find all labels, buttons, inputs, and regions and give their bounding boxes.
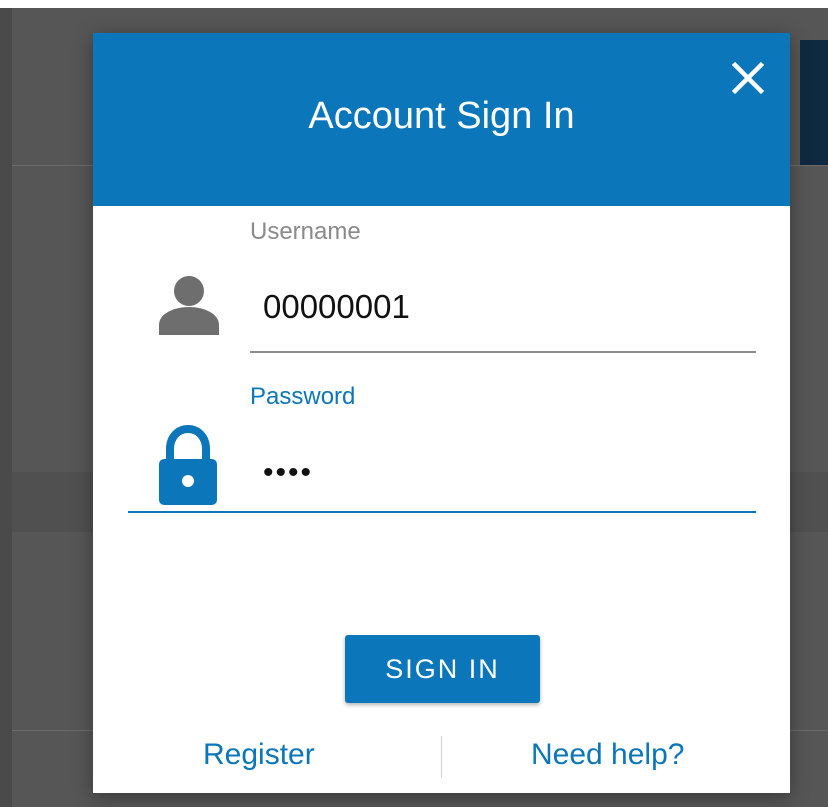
lock-icon bbox=[159, 425, 217, 505]
sign-in-button[interactable]: SIGN IN bbox=[345, 635, 540, 703]
sign-in-dialog: Account Sign In Username Password SI bbox=[93, 33, 790, 793]
username-label: Username bbox=[250, 218, 361, 245]
background-panel bbox=[800, 40, 828, 166]
need-help-link[interactable]: Need help? bbox=[531, 738, 684, 772]
password-underline bbox=[128, 511, 756, 513]
page: Account Sign In Username Password SI bbox=[0, 0, 828, 807]
background-top-strip bbox=[0, 0, 828, 8]
user-icon bbox=[159, 276, 219, 335]
dialog-title: Account Sign In bbox=[308, 95, 575, 137]
register-link[interactable]: Register bbox=[203, 738, 315, 772]
close-icon bbox=[731, 61, 765, 95]
password-label: Password bbox=[250, 383, 356, 410]
close-button[interactable] bbox=[721, 51, 775, 105]
password-input[interactable] bbox=[263, 451, 743, 495]
username-underline bbox=[250, 351, 756, 353]
username-input[interactable] bbox=[263, 285, 743, 329]
footer-divider bbox=[441, 736, 442, 778]
background-left-edge bbox=[0, 8, 12, 807]
dialog-header: Account Sign In bbox=[93, 33, 790, 206]
